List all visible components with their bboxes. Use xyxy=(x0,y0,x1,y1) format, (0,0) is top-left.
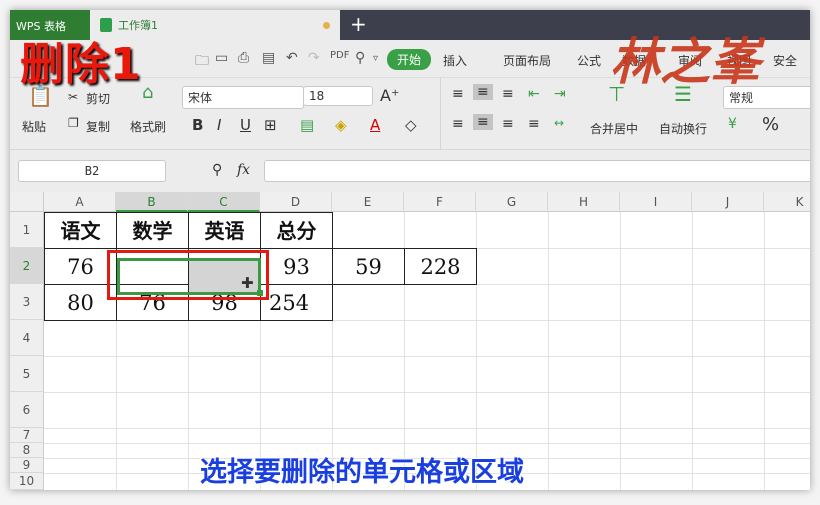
cell-B1[interactable]: 数学 xyxy=(116,212,189,249)
align-center-icon[interactable]: ≡ xyxy=(473,114,493,130)
format-painter-icon: ⌂ xyxy=(142,82,154,103)
italic-button[interactable]: I xyxy=(217,116,221,134)
paste-button[interactable]: 粘贴 xyxy=(22,118,46,135)
calligraphy-logo: 林之峯 xyxy=(610,32,760,91)
grid-line xyxy=(44,356,810,357)
row-header-8[interactable]: 8 xyxy=(10,443,44,458)
grid-line xyxy=(692,212,693,490)
menu-formulas[interactable]: 公式 xyxy=(577,52,601,69)
video-caption: 选择要删除的单元格或区域 xyxy=(200,457,524,488)
column-header-H[interactable]: H xyxy=(548,192,620,212)
formula-bar: B2 ⚲ fx xyxy=(10,150,810,192)
clear-icon[interactable]: ◇ xyxy=(405,116,417,134)
underline-button[interactable]: U xyxy=(240,116,251,134)
wps-window: WPS 表格 工作簿1 + 🗀 ▭ ⎙ ▤ ↶ ↷ PDF ⚲ ▿ 开始 插入 … xyxy=(10,10,810,490)
overlay-title: 删除1 xyxy=(20,39,142,90)
currency-icon[interactable]: ¥ xyxy=(728,116,737,132)
copy-icon: ❐ xyxy=(68,116,79,130)
column-header-B[interactable]: B xyxy=(116,192,188,212)
cut-icon: ✂ xyxy=(68,90,79,104)
grid-line xyxy=(44,428,810,429)
column-header-J[interactable]: J xyxy=(692,192,764,212)
highlight-box xyxy=(107,250,269,300)
wrap-text-button[interactable]: 自动换行 xyxy=(659,120,707,137)
column-header-I[interactable]: I xyxy=(620,192,692,212)
fx-icon[interactable]: fx xyxy=(237,162,250,178)
column-header-G[interactable]: G xyxy=(476,192,548,212)
copy-button[interactable]: 复制 xyxy=(86,118,110,135)
align-left-icon[interactable]: ≡ xyxy=(452,116,464,132)
cell-F2[interactable]: 228 xyxy=(404,248,477,285)
decrease-indent-icon[interactable]: ⇤ xyxy=(528,86,540,102)
menu-start[interactable]: 开始 xyxy=(387,49,432,70)
row-header-10[interactable]: 10 xyxy=(10,473,44,490)
save-icon[interactable]: ▭ xyxy=(215,50,228,66)
conditional-format-icon[interactable]: ▤ xyxy=(300,116,314,134)
menu-security[interactable]: 安全 xyxy=(773,52,797,69)
column-header-D[interactable]: D xyxy=(260,192,332,212)
align-middle-icon[interactable]: ≡ xyxy=(473,84,493,100)
font-size-select[interactable]: 18 xyxy=(303,86,373,106)
redo-icon[interactable]: ↷ xyxy=(308,50,320,66)
increase-font-icon[interactable]: A⁺ xyxy=(380,86,399,105)
row-header-4[interactable]: 4 xyxy=(10,320,44,356)
divider xyxy=(440,78,441,150)
row-header-1[interactable]: 1 xyxy=(10,212,44,248)
search-icon[interactable]: ⚲ xyxy=(355,50,365,66)
grid-line xyxy=(764,212,765,490)
row-header-9[interactable]: 9 xyxy=(10,458,44,473)
column-header-E[interactable]: E xyxy=(332,192,404,212)
formula-input[interactable] xyxy=(264,160,810,182)
print-preview-icon[interactable]: ▤ xyxy=(262,50,275,66)
row-header-7[interactable]: 7 xyxy=(10,428,44,443)
merge-center-button[interactable]: 合并居中 xyxy=(590,120,638,137)
row-header-3[interactable]: 3 xyxy=(10,284,44,320)
export-pdf-icon[interactable]: PDF xyxy=(330,50,349,61)
cell-E2[interactable]: 59 xyxy=(332,248,405,285)
increase-indent-icon[interactable]: ⇥ xyxy=(554,86,566,102)
font-color-icon[interactable]: A xyxy=(370,116,380,134)
name-box[interactable]: B2 xyxy=(18,160,166,182)
unsaved-dot-icon xyxy=(323,22,330,29)
more-icon[interactable]: ▿ xyxy=(373,53,378,64)
column-header-C[interactable]: C xyxy=(188,192,260,212)
justify-icon[interactable]: ≡ xyxy=(528,116,540,132)
new-tab-button[interactable]: + xyxy=(350,12,367,36)
cell-D3[interactable]: 254 xyxy=(260,284,333,321)
bold-button[interactable]: B xyxy=(192,116,203,134)
percent-button[interactable]: % xyxy=(762,114,779,135)
cell-A1[interactable]: 语文 xyxy=(44,212,117,249)
select-all-corner[interactable] xyxy=(10,192,44,212)
align-bottom-icon[interactable]: ≡ xyxy=(502,86,514,102)
borders-icon[interactable]: ⊞ xyxy=(264,116,277,134)
align-right-icon[interactable]: ≡ xyxy=(502,116,514,132)
row-header-6[interactable]: 6 xyxy=(10,392,44,428)
row-header-5[interactable]: 5 xyxy=(10,356,44,392)
grid-line xyxy=(44,443,810,444)
distributed-icon[interactable]: ↔ xyxy=(554,116,564,130)
spreadsheet-grid[interactable]: A B C D E F G H I J K 1 2 3 4 5 6 7 8 9 10 语文 数学 英语 总分 76 93 59 228 8… xyxy=(10,192,810,490)
cell-D1[interactable]: 总分 xyxy=(260,212,333,249)
column-header-F[interactable]: F xyxy=(404,192,476,212)
grid-line xyxy=(620,212,621,490)
format-painter-button[interactable]: 格式刷 xyxy=(130,118,166,135)
align-top-icon[interactable]: ≡ xyxy=(452,86,464,102)
menu-insert[interactable]: 插入 xyxy=(443,52,467,69)
undo-icon[interactable]: ↶ xyxy=(286,50,298,66)
grid-line xyxy=(44,392,810,393)
cut-button[interactable]: 剪切 xyxy=(86,90,110,107)
fill-color-icon[interactable]: ◈ xyxy=(335,116,347,134)
font-select[interactable]: 宋体 xyxy=(182,86,304,109)
zoom-icon[interactable]: ⚲ xyxy=(212,162,222,178)
menu-page-layout[interactable]: 页面布局 xyxy=(503,52,551,69)
print-icon[interactable]: ⎙ xyxy=(238,50,249,66)
grid-line xyxy=(548,212,549,490)
column-header-K[interactable]: K xyxy=(764,192,810,212)
cell-C1[interactable]: 英语 xyxy=(188,212,261,249)
cell-D2[interactable]: 93 xyxy=(260,248,333,285)
row-header-2[interactable]: 2 xyxy=(10,248,44,284)
column-header-A[interactable]: A xyxy=(44,192,116,212)
open-icon[interactable]: 🗀 xyxy=(195,50,209,74)
